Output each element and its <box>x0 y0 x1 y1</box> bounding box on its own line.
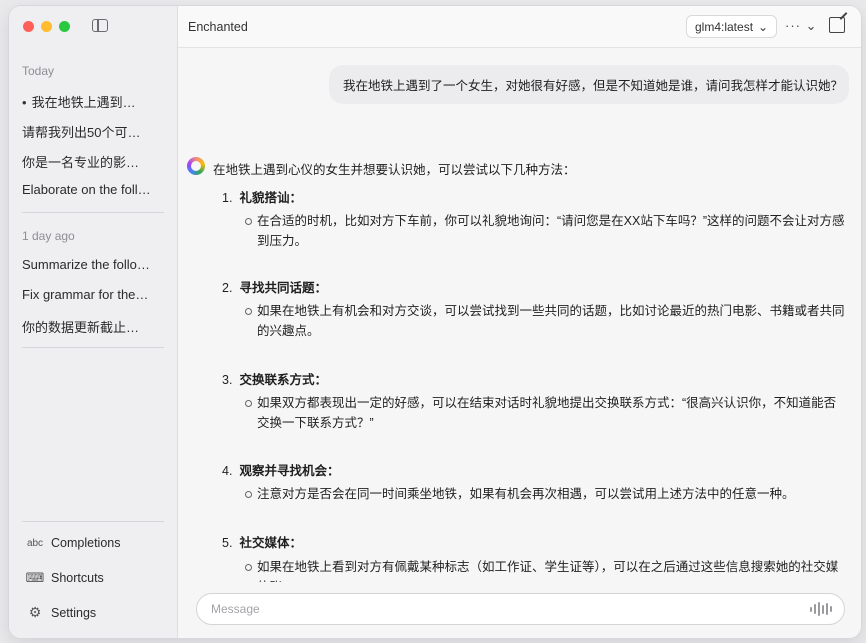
chat-item[interactable]: 你是一名专业的影… <box>22 152 167 171</box>
settings-button[interactable]: ⚙ Settings <box>27 604 96 621</box>
list-item-body: 如果在地铁上看到对方有佩戴某种标志（如工作证、学生证等），可以在之后通过这些信息… <box>245 557 847 582</box>
list-item-body: 如果在地铁上有机会和对方交谈，可以尝试找到一些共同的话题，比如讨论最近的热门电影… <box>245 301 847 341</box>
list-item-title: 4. 观察并寻找机会： <box>222 460 339 479</box>
list-title-text: 礼貌搭讪： <box>239 191 302 205</box>
keyboard-icon: ⌨ <box>25 570 45 585</box>
new-chat-icon[interactable] <box>829 17 845 33</box>
completions-label: Completions <box>51 536 121 550</box>
list-title-text: 观察并寻找机会： <box>239 464 340 478</box>
main-panel: Enchanted glm4:latest ⌄ ··· ⌄ 我在地铁上遇到了一个… <box>178 6 861 638</box>
window-controls <box>23 21 70 32</box>
chat-area: 我在地铁上遇到了一个女生，对她很有好感，但是不知道她是谁，请问我怎样才能认识她？… <box>178 49 861 582</box>
list-title-text: 社交媒体： <box>239 536 302 550</box>
list-item-title: 3. 交换联系方式： <box>222 369 327 388</box>
list-item-body: 如果双方都表现出一定的好感，可以在结束对话时礼貌地提出交换联系方式：“很高兴认识… <box>245 393 847 433</box>
close-window-button[interactable] <box>23 21 34 32</box>
sidebar: Today 我在地铁上遇到… 请帮我列出50个可… 你是一名专业的影… Elab… <box>9 6 178 638</box>
minimize-window-button[interactable] <box>41 21 52 32</box>
chat-item[interactable]: 我在地铁上遇到… <box>22 92 167 111</box>
list-title-text: 交换联系方式： <box>239 373 327 387</box>
app-window: Today 我在地铁上遇到… 请帮我列出50个可… 你是一名专业的影… Elab… <box>9 6 861 638</box>
model-selector[interactable]: glm4:latest ⌄ <box>686 15 778 38</box>
user-message: 我在地铁上遇到了一个女生，对她很有好感，但是不知道她是谁，请问我怎样才能认识她？ <box>329 65 849 104</box>
list-number: 5. <box>222 536 233 550</box>
list-number: 2. <box>222 281 233 295</box>
list-item-title: 1. 礼貌搭讪： <box>222 187 302 206</box>
zoom-window-button[interactable] <box>59 21 70 32</box>
message-input[interactable] <box>211 594 791 624</box>
assistant-avatar-icon <box>187 157 205 175</box>
app-title: Enchanted <box>188 20 248 34</box>
settings-label: Settings <box>51 605 97 620</box>
chevron-down-icon: ⌄ <box>758 19 769 34</box>
message-input-bar <box>196 593 845 625</box>
chat-item[interactable]: Summarize the follo… <box>22 257 167 272</box>
chat-item[interactable]: Fix grammar for the… <box>22 287 167 302</box>
section-label-1-day-ago: 1 day ago <box>22 229 75 243</box>
list-item-body: 注意对方是否会在同一时间乘坐地铁，如果有机会再次相遇，可以尝试用上述方法中的任意… <box>245 484 847 504</box>
assistant-intro: 在地铁上遇到心仪的女生并想要认识她，可以尝试以下几种方法： <box>213 163 576 177</box>
divider <box>22 521 164 522</box>
microphone-wave-icon[interactable] <box>810 602 832 616</box>
divider <box>22 212 164 213</box>
more-options-button[interactable]: ··· ⌄ <box>785 18 818 34</box>
list-item-body: 在合适的时机，比如对方下车前，你可以礼貌地询问：“请问您是在XX站下车吗？”这样… <box>245 211 847 251</box>
abc-icon: abc <box>26 537 44 549</box>
list-item-title: 2. 寻找共同话题： <box>222 277 327 296</box>
model-name: glm4:latest <box>695 19 754 34</box>
chat-item[interactable]: 请帮我列出50个可… <box>22 122 167 141</box>
shortcuts-button[interactable]: ⌨ Shortcuts <box>25 570 104 586</box>
list-title-text: 寻找共同话题： <box>239 281 327 295</box>
sidebar-toggle-icon[interactable] <box>92 19 108 32</box>
list-item-title: 5. 社交媒体： <box>222 532 302 551</box>
list-number: 4. <box>222 464 233 478</box>
chat-item[interactable]: Elaborate on the foll… <box>22 182 167 197</box>
shortcuts-label: Shortcuts <box>51 571 104 585</box>
divider <box>22 347 164 348</box>
completions-button[interactable]: abc Completions <box>26 536 121 550</box>
topbar: Enchanted glm4:latest ⌄ ··· ⌄ <box>178 6 861 48</box>
gear-icon: ⚙ <box>28 604 42 620</box>
list-number: 1. <box>222 191 233 205</box>
section-label-today: Today <box>22 64 55 78</box>
chat-item[interactable]: 你的数据更新截止… <box>22 317 167 336</box>
list-number: 3. <box>222 373 233 387</box>
